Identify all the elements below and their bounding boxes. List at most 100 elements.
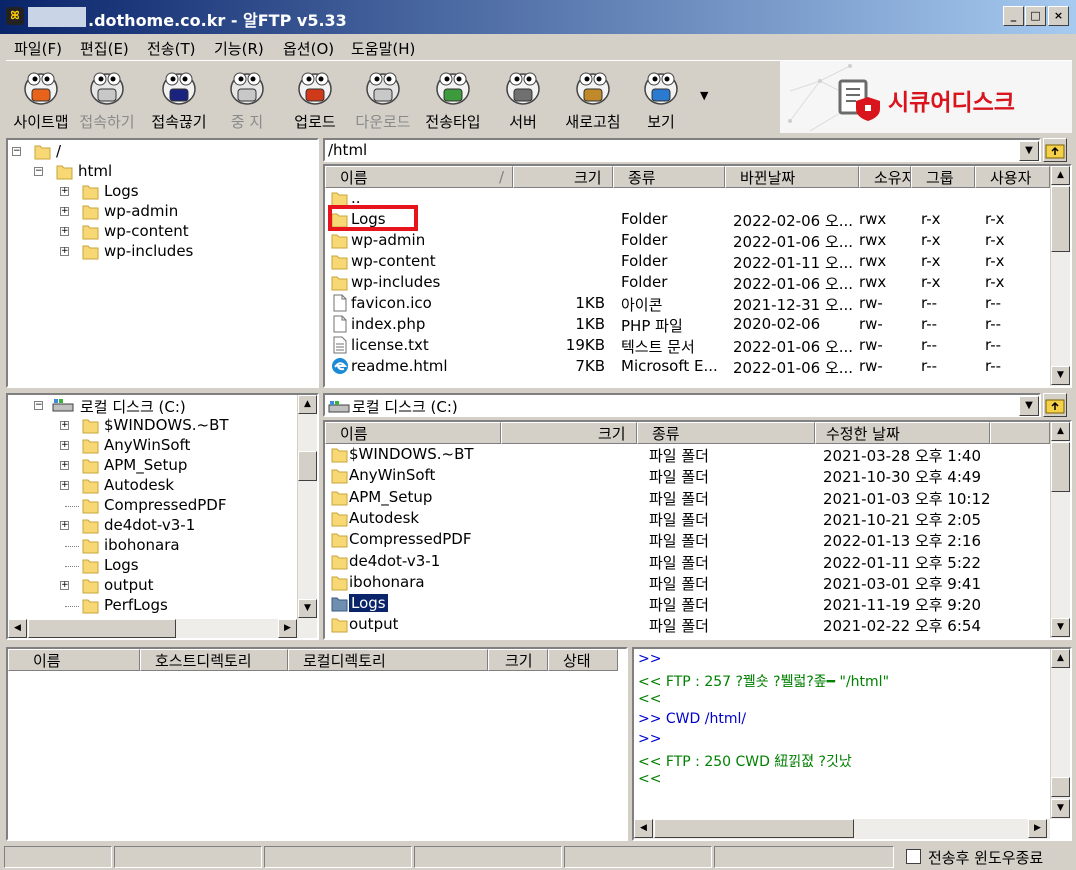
toolbar-button-1[interactable]: 접속하기 — [72, 65, 142, 133]
menu-file[interactable]: 파일(F) — [14, 38, 62, 59]
local-tree-item[interactable]: PerfLogs — [8, 596, 292, 616]
local-tree-hscroll[interactable]: ◀ ▶ — [8, 619, 317, 638]
scroll-down-icon[interactable]: ▼ — [1051, 799, 1070, 818]
scroll-left-icon[interactable]: ◀ — [634, 819, 653, 838]
local-tree-item[interactable]: + $WINDOWS.~BT — [8, 416, 292, 436]
log-vscroll[interactable]: ▲ ▼ — [1050, 649, 1070, 819]
remote-column-header[interactable]: 바뀐날짜 — [725, 166, 859, 188]
collapse-icon[interactable]: − — [12, 147, 21, 156]
local-column-header[interactable]: 수정한 날짜 — [815, 422, 990, 444]
remote-file-row[interactable]: favicon.ico 1KB 아이콘 2021-12-31 오... rw-r-- r-… — [325, 293, 1047, 314]
menu-help[interactable]: 도움말(H) — [351, 38, 415, 59]
local-file-row[interactable]: $WINDOWS.~BT 파일 폴더 2021-03-28 오후 1:40 — [325, 444, 1047, 465]
toolbar-button-3[interactable]: 중 지 — [212, 65, 282, 133]
log-panel[interactable]: >> << FTP : 257 ?꿸숏 ?뷀럷?좊━ "/html" << >> CW… — [632, 647, 1072, 841]
expand-icon[interactable]: + — [60, 461, 69, 470]
toolbar-button-6[interactable]: 전송타입 — [418, 65, 488, 133]
scroll-thumb[interactable] — [1051, 442, 1070, 492]
remote-path-dropdown-icon[interactable]: ▼ — [1019, 141, 1039, 161]
remote-tree-item[interactable]: + Logs — [8, 182, 308, 202]
collapse-icon[interactable]: − — [34, 167, 43, 176]
expand-icon[interactable]: + — [60, 581, 69, 590]
remote-file-list[interactable]: 이름∕크기종류바뀐날짜소유자그룹사용자 ..LogsFolder2022-02-… — [323, 164, 1072, 388]
local-tree-item[interactable]: CompressedPDF — [8, 496, 292, 516]
expand-icon[interactable]: + — [60, 421, 69, 430]
remote-file-row[interactable]: wp-content Folder 2022-01-11 오... rwx r-x r-x — [325, 251, 1047, 272]
collapse-icon[interactable]: − — [34, 401, 43, 410]
local-tree-vscroll[interactable]: ▲ ▼ — [297, 395, 317, 619]
remote-list-vscroll[interactable]: ▲ ▼ — [1050, 166, 1070, 386]
remote-tree-item[interactable]: + wp-admin — [8, 202, 308, 222]
local-tree-item[interactable]: + Autodesk — [8, 476, 292, 496]
local-file-row[interactable]: Autodesk 파일 폴더 2021-10-21 오후 2:05 — [325, 508, 1047, 529]
local-tree-item[interactable]: − 로컬 디스크 (C:) — [8, 396, 292, 416]
local-path-dropdown-icon[interactable]: ▼ — [1019, 396, 1039, 416]
local-file-row[interactable]: APM_Setup 파일 폴더 2021-01-03 오후 10:12 — [325, 487, 1047, 508]
queue-column-header[interactable]: 로컬디렉토리 — [288, 649, 488, 671]
local-file-row[interactable]: Logs 파일 폴더 2021-11-19 오후 9:20 — [325, 593, 1047, 614]
toolbar-button-9[interactable]: 보기 — [626, 65, 696, 133]
close-after-transfer-label[interactable]: 전송후 윈도우종료 — [928, 847, 1043, 868]
expand-icon[interactable]: + — [60, 521, 69, 530]
expand-icon[interactable]: + — [60, 227, 69, 236]
local-parent-folder-button[interactable] — [1043, 393, 1067, 417]
log-hscroll[interactable]: ◀ ▶ — [634, 819, 1050, 839]
expand-icon[interactable]: + — [60, 207, 69, 216]
remote-file-row[interactable]: .. — [325, 188, 1047, 209]
remote-column-header[interactable]: 그룹 — [911, 166, 975, 188]
toolbar-button-2[interactable]: 접속끊기 — [144, 65, 214, 133]
toolbar-button-4[interactable]: 업로드 — [280, 65, 350, 133]
remote-tree-panel[interactable]: − / − html + Logs + wp-admin + wp-content + wp-incl… — [6, 138, 319, 388]
remote-file-row[interactable]: index.php 1KB PHP 파일 2020-02-06 rw-r-- r-- — [325, 314, 1047, 335]
scroll-thumb[interactable] — [654, 819, 854, 838]
local-file-row[interactable]: AnyWinSoft 파일 폴더 2021-10-30 오후 4:49 — [325, 465, 1047, 486]
close-button[interactable]: × — [1048, 6, 1069, 26]
expand-icon[interactable]: + — [60, 187, 69, 196]
toolbar-more-arrow[interactable]: ▼ — [700, 89, 716, 105]
local-file-row[interactable]: output 파일 폴더 2021-02-22 오후 6:54 — [325, 614, 1047, 635]
local-tree-item[interactable]: Logs — [8, 556, 292, 576]
local-list-vscroll[interactable]: ▲ ▼ — [1050, 422, 1070, 638]
scroll-down-icon[interactable]: ▼ — [1051, 366, 1070, 385]
scroll-up-icon[interactable]: ▲ — [1051, 422, 1070, 441]
scroll-right-icon[interactable]: ▶ — [1028, 819, 1047, 838]
remote-file-row[interactable]: readme.html 7KB Microsoft E... 2022-01-06 오… — [325, 356, 1047, 377]
close-after-transfer-checkbox[interactable] — [906, 849, 921, 864]
local-tree-item[interactable]: + AnyWinSoft — [8, 436, 292, 456]
queue-column-header[interactable]: 이름 — [8, 649, 140, 671]
scroll-thumb[interactable] — [1051, 777, 1070, 797]
local-file-row[interactable]: ibohonara 파일 폴더 2021-03-01 오후 9:41 — [325, 572, 1047, 593]
remote-tree-item[interactable]: + wp-content — [8, 222, 308, 242]
scroll-left-icon[interactable]: ◀ — [8, 619, 27, 638]
minimize-button[interactable]: _ — [1003, 6, 1024, 26]
toolbar-button-8[interactable]: 새로고침 — [558, 65, 628, 133]
remote-column-header[interactable]: 사용자 — [975, 166, 1050, 188]
scroll-up-icon[interactable]: ▲ — [1051, 166, 1070, 185]
scroll-down-icon[interactable]: ▼ — [298, 599, 317, 618]
expand-icon[interactable]: + — [60, 441, 69, 450]
scroll-thumb[interactable] — [28, 619, 176, 638]
scroll-up-icon[interactable]: ▲ — [1051, 649, 1070, 668]
local-column-header[interactable]: 종류 — [637, 422, 815, 444]
expand-icon[interactable]: + — [60, 247, 69, 256]
remote-file-row[interactable]: license.txt 19KB 텍스트 문서 2022-01-06 오... rw-r… — [325, 335, 1047, 356]
transfer-queue-list[interactable]: 이름 호스트디렉토리 로컬디렉토리 크기 상태 — [6, 647, 628, 841]
remote-column-header[interactable]: 종류 — [613, 166, 725, 188]
local-file-row[interactable]: de4dot-v3-1 파일 폴더 2022-01-11 오후 5:22 — [325, 551, 1047, 572]
remote-column-header[interactable]: 소유자 — [859, 166, 911, 188]
local-tree-item[interactable]: ibohonara — [8, 536, 292, 556]
expand-icon[interactable]: + — [60, 481, 69, 490]
remote-parent-folder-button[interactable] — [1043, 138, 1067, 162]
local-path-bar[interactable]: 로컬 디스크 (C:) ▼ — [323, 393, 1041, 417]
remote-tree-item[interactable]: + wp-includes — [8, 242, 308, 262]
secure-disk-banner[interactable]: 시큐어디스크 — [780, 61, 1072, 133]
remote-column-header[interactable]: 이름 ∕ — [325, 166, 513, 188]
remote-file-row[interactable]: wp-admin Folder 2022-01-06 오... rwx r-x r-x — [325, 230, 1047, 251]
scroll-thumb[interactable] — [298, 451, 317, 481]
menu-function[interactable]: 기능(R) — [214, 38, 264, 59]
scroll-up-icon[interactable]: ▲ — [298, 395, 317, 414]
local-tree-item[interactable]: + APM_Setup — [8, 456, 292, 476]
queue-column-header[interactable]: 상태 — [548, 649, 618, 671]
scroll-right-icon[interactable]: ▶ — [278, 619, 297, 638]
remote-tree-item[interactable]: − / — [8, 142, 308, 162]
